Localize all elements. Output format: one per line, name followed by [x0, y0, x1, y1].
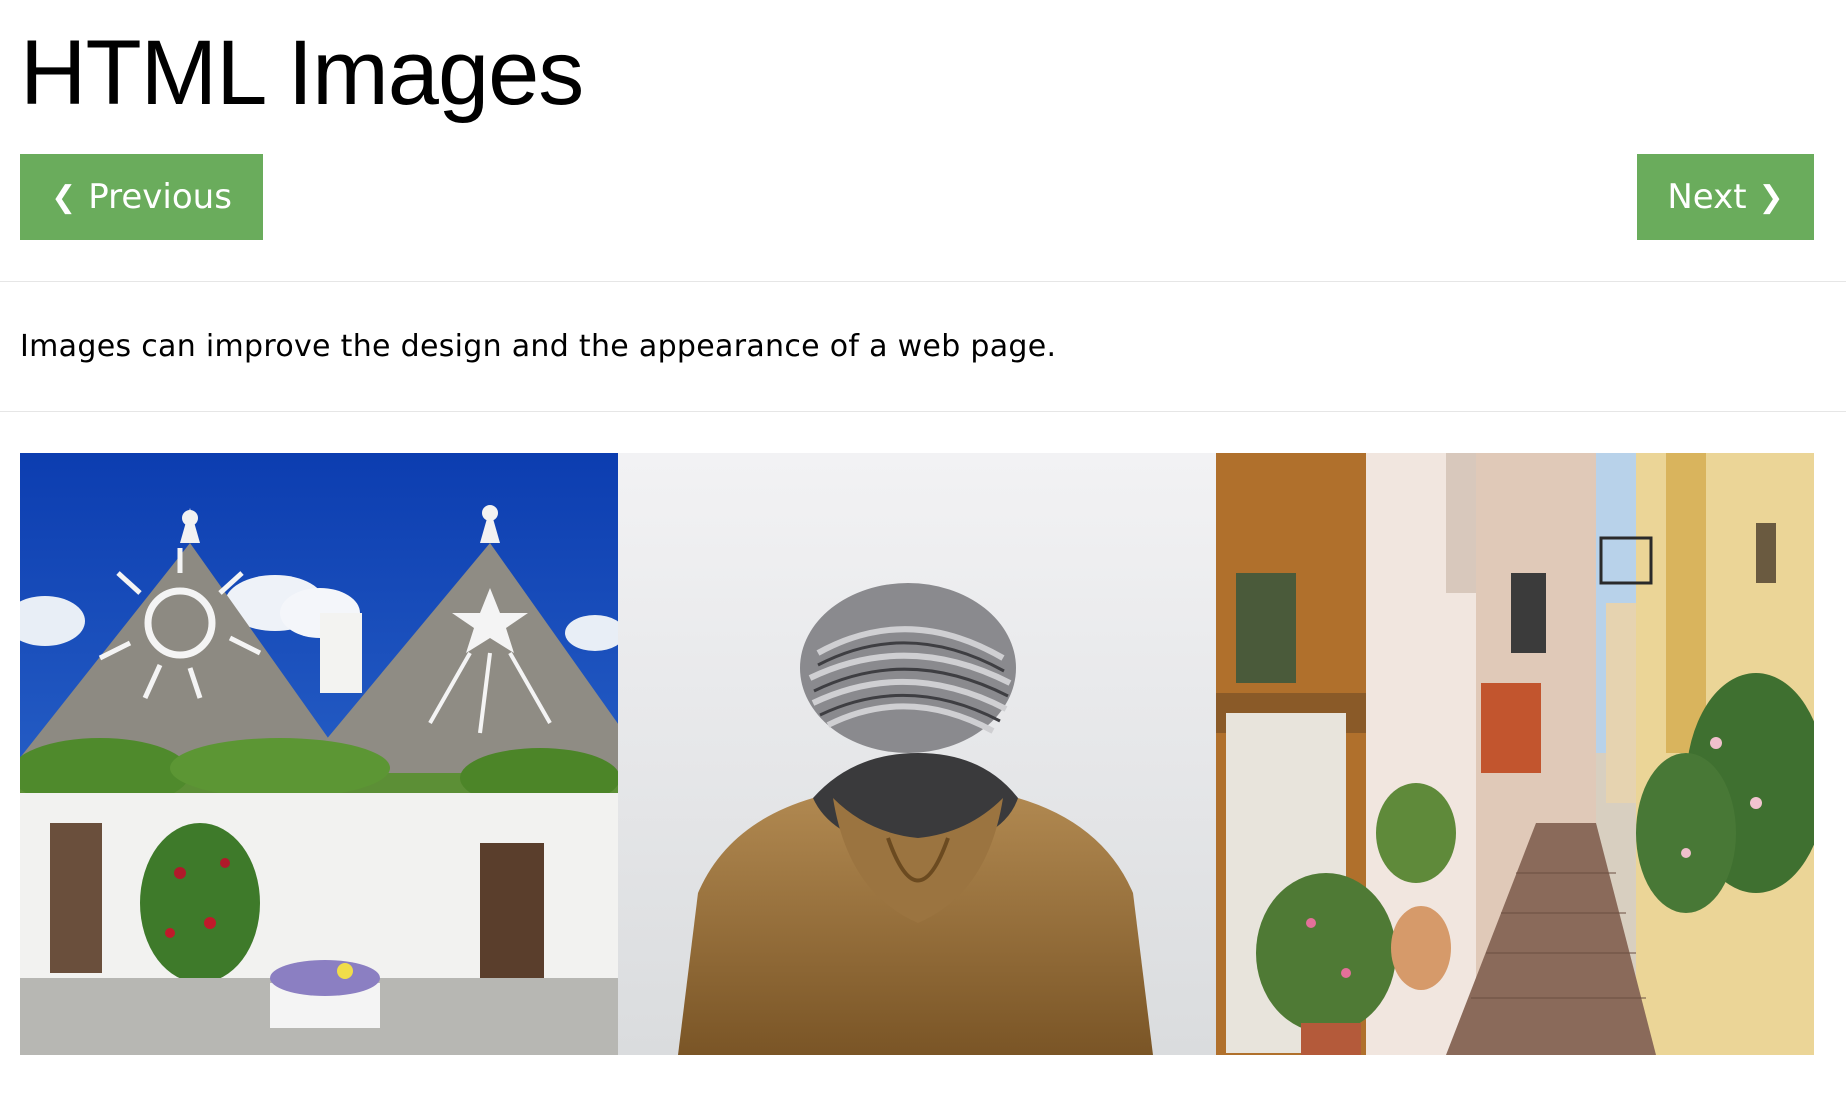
- next-button-label: Next: [1667, 177, 1747, 217]
- trulli-houses-photo: [20, 453, 618, 1055]
- image-gallery: [20, 453, 1814, 1055]
- chevron-left-icon: ❮: [51, 179, 77, 215]
- divider-bottom: [0, 411, 1846, 412]
- next-button[interactable]: Next ❯: [1637, 154, 1814, 240]
- narrow-street-photo: [1216, 453, 1814, 1055]
- intro-paragraph: Images can improve the design and the ap…: [20, 329, 1057, 364]
- page-title: HTML Images: [20, 22, 584, 124]
- person-in-knit-hat-photo: [618, 453, 1216, 1055]
- chevron-right-icon: ❯: [1758, 179, 1784, 215]
- previous-button-label: Previous: [88, 177, 232, 217]
- previous-button[interactable]: ❮ Previous: [20, 154, 263, 240]
- divider-top: [0, 281, 1846, 282]
